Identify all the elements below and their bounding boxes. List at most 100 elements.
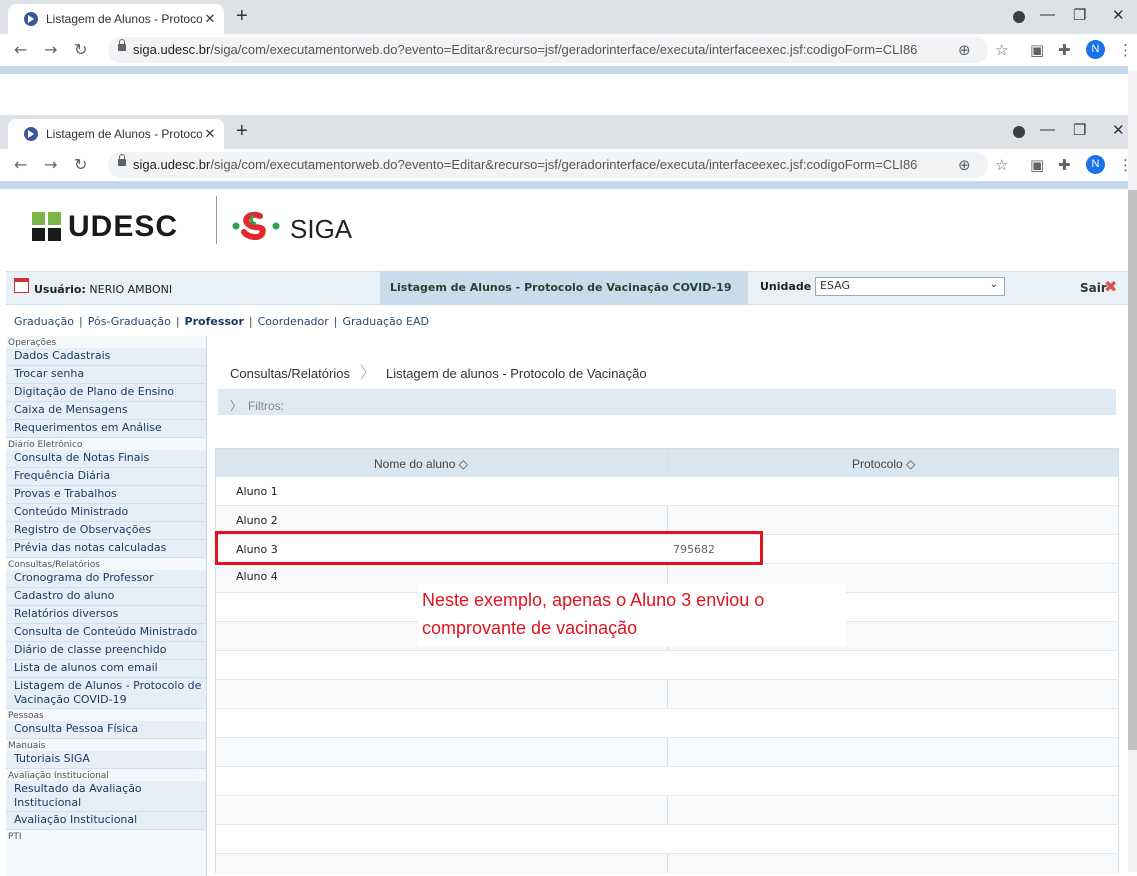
restore-icon[interactable]: ❐ [1073,121,1086,139]
tab-close-icon[interactable]: ✕ [202,126,218,142]
bookmark-star-icon[interactable]: ☆ [995,156,1008,174]
sidebar-item-pessoa-fisica[interactable]: Consulta Pessoa Física [6,721,206,739]
calendar-icon [14,278,29,293]
address-url[interactable]: siga.udesc.br/siga/com/executamentorweb.… [133,42,917,57]
minimize-icon[interactable]: — [1040,6,1055,23]
puzzle-icon[interactable]: ✚ [1058,156,1071,174]
student-name: Aluno 4 [236,570,278,583]
empty-row [216,738,1118,767]
lock-icon [118,154,126,166]
chevron-down-icon: ⌄ [989,279,998,290]
tab-close-icon[interactable]: ✕ [202,11,218,27]
sidebar-item-cronograma[interactable]: Cronograma do Professor [6,570,206,588]
address-row: ← → ↻ siga.udesc.br/siga/com/executament… [0,34,1137,66]
forward-icon[interactable]: → [44,155,57,174]
sidebar-item-avaliacao[interactable]: Avaliação Institucional [6,812,206,830]
sidebar-item-notas-finais[interactable]: Consulta de Notas Finais [6,450,206,468]
sort-icon[interactable]: ◇ [906,457,915,471]
reload-icon[interactable]: ↻ [74,40,87,59]
breadcrumb-parent[interactable]: Consultas/Relatórios [230,366,350,381]
menu-graduacao[interactable]: Graduação [14,315,74,328]
siga-title: SIGA [290,214,353,244]
zoom-icon[interactable]: ⊕ [958,41,971,59]
extension-icon[interactable]: ▣ [1030,41,1044,59]
sidebar-item-trocar-senha[interactable]: Trocar senha [6,366,206,384]
filters-bar[interactable] [218,389,1116,415]
sidebar-item-requerimentos[interactable]: Requerimentos em Análise [6,420,206,438]
unit-select[interactable]: ESAG ⌄ [815,277,1005,296]
logout-x-icon[interactable]: ✖ [1104,279,1117,295]
browser-tab[interactable]: Listagem de Alunos - Protocolo c ✕ [8,4,224,34]
sidebar-item-relatorios[interactable]: Relatórios diversos [6,606,206,624]
browser-tabbar: Listagem de Alunos - Protocolo c ✕ + — ❐… [0,0,1137,34]
window-close-icon[interactable]: ✕ [1112,6,1125,24]
browser-tabbar-2: Listagem de Alunos - Protocolo c ✕ + — ❐… [0,115,1137,149]
forward-icon[interactable]: → [44,40,57,59]
sidebar-group-avaliacao: Avaliação Institucional [8,771,109,781]
profile-avatar[interactable]: N [1086,155,1105,174]
menu-professor[interactable]: Professor [185,315,244,328]
new-tab-icon[interactable]: + [236,120,248,143]
sidebar-group-operacoes: Operações [8,338,57,348]
empty-row [216,651,1118,680]
browser-tab-2[interactable]: Listagem de Alunos - Protocolo c ✕ [8,119,224,149]
profile-indicator-icon[interactable] [1013,11,1025,23]
back-icon[interactable]: ← [14,40,27,59]
bookmark-star-icon[interactable]: ☆ [995,41,1008,59]
chevron-right-icon: 〉 [230,399,243,413]
filters-toggle[interactable]: 〉 Filtros: [230,397,284,414]
sidebar-item-consulta-conteudo[interactable]: Consulta de Conteúdo Ministrado [6,624,206,642]
user-info: Usuário: NERIO AMBONI [34,283,173,296]
menu-coordenador[interactable]: Coordenador [258,315,329,328]
sidebar-item-resultado-avaliacao[interactable]: Resultado da Avaliação Institucional [6,781,206,812]
sidebar-item-alunos-email[interactable]: Lista de alunos com email [6,660,206,678]
column-header-protocol[interactable]: Protocolo ◇ [852,457,915,471]
sidebar-item-tutoriais[interactable]: Tutoriais SIGA [6,751,206,769]
menu-pos-graduacao[interactable]: Pós-Graduação [88,315,171,328]
new-tab-icon[interactable]: + [236,5,248,28]
reload-icon[interactable]: ↻ [74,155,87,174]
minimize-icon[interactable]: — [1040,121,1055,138]
page-title: Listagem de Alunos - Protocolo de Vacina… [390,281,732,294]
restore-icon[interactable]: ❐ [1073,6,1086,24]
sidebar-item-frequencia[interactable]: Frequência Diária [6,468,206,486]
logo-divider [216,196,217,244]
sidebar-item-conteudo[interactable]: Conteúdo Ministrado [6,504,206,522]
scrollbar-thumb[interactable] [1128,190,1137,750]
empty-row [216,680,1118,709]
empty-row [216,709,1118,738]
menu-kebab-icon[interactable]: ⋮ [1118,41,1133,59]
profile-indicator-icon[interactable] [1013,126,1025,138]
sidebar-item-previa-notas[interactable]: Prévia das notas calculadas [6,540,206,558]
sidebar-item-diario-classe[interactable]: Diário de classe preenchido [6,642,206,660]
empty-row [216,796,1118,825]
table-row[interactable]: Aluno 1 [216,477,1118,506]
sidebar-item-provas[interactable]: Provas e Trabalhos [6,486,206,504]
sidebar-item-cadastro-aluno[interactable]: Cadastro do aluno [6,588,206,606]
sidebar-item-observacoes[interactable]: Registro de Observações [6,522,206,540]
sidebar-item-protocolo-vacinacao[interactable]: Listagem de Alunos - Protocolo de Vacina… [6,678,206,709]
sidebar-group-diario: Diário Eletrônico [8,440,83,450]
breadcrumb: Consultas/Relatórios 〉 Listagem de alunos … [230,359,647,383]
logout-link[interactable]: Sair [1080,281,1107,295]
profile-avatar[interactable]: N [1086,40,1105,59]
student-name: Aluno 1 [236,485,278,498]
menu-graduacao-ead[interactable]: Graduação EAD [343,315,429,328]
sidebar-item-caixa-mensagens[interactable]: Caixa de Mensagens [6,402,206,420]
zoom-icon[interactable]: ⊕ [958,156,971,174]
tab-favicon-icon [24,127,38,141]
back-icon[interactable]: ← [14,155,27,174]
column-header-name[interactable]: Nome do aluno ◇ [374,457,468,471]
address-row-2: ← → ↻ siga.udesc.br/siga/com/executament… [0,149,1137,181]
sort-icon[interactable]: ◇ [459,457,468,471]
tab-title: Listagem de Alunos - Protocolo c [46,12,202,26]
puzzle-icon[interactable]: ✚ [1058,41,1071,59]
siga-logo-icon [232,211,280,240]
extension-icon[interactable]: ▣ [1030,156,1044,174]
address-url[interactable]: siga.udesc.br/siga/com/executamentorweb.… [133,157,917,172]
sidebar-item-plano-ensino[interactable]: Digitação de Plano de Ensino [6,384,206,402]
sidebar-item-dados-cadastrais[interactable]: Dados Cadastrais [6,348,206,366]
window-close-icon[interactable]: ✕ [1112,121,1125,139]
sidebar-group-manuais: Manuais [8,741,46,751]
page-top-band [0,66,1128,74]
